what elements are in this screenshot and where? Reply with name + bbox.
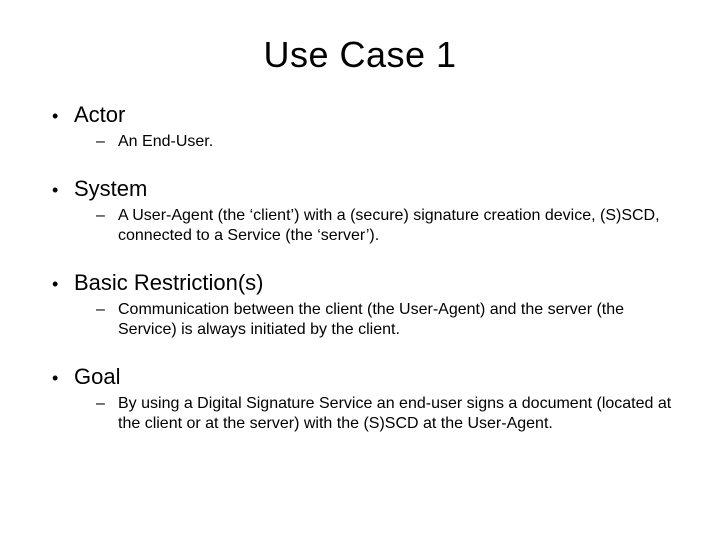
item-text: By using a Digital Signature Service an …: [118, 394, 672, 434]
bullet-icon: •: [52, 105, 74, 127]
section-actor: • Actor – An End-User.: [48, 102, 672, 152]
dash-icon: –: [96, 132, 118, 152]
dash-icon: –: [96, 206, 118, 226]
section-item: – Communication between the client (the …: [96, 300, 672, 340]
section-heading: • Goal: [52, 364, 672, 390]
heading-text: Goal: [74, 364, 120, 390]
slide-title: Use Case 1: [48, 34, 672, 76]
section-heading: • System: [52, 176, 672, 202]
section-item: – An End-User.: [96, 132, 672, 152]
heading-text: System: [74, 176, 147, 202]
section-goal: • Goal – By using a Digital Signature Se…: [48, 364, 672, 434]
item-text: A User-Agent (the ‘client’) with a (secu…: [118, 206, 672, 246]
item-text: An End-User.: [118, 132, 213, 152]
section-basic-restrictions: • Basic Restriction(s) – Communication b…: [48, 270, 672, 340]
section-system: • System – A User-Agent (the ‘client’) w…: [48, 176, 672, 246]
bullet-icon: •: [52, 179, 74, 201]
heading-text: Basic Restriction(s): [74, 270, 263, 296]
section-item: – By using a Digital Signature Service a…: [96, 394, 672, 434]
dash-icon: –: [96, 300, 118, 320]
section-heading: • Actor: [52, 102, 672, 128]
section-heading: • Basic Restriction(s): [52, 270, 672, 296]
item-text: Communication between the client (the Us…: [118, 300, 672, 340]
bullet-icon: •: [52, 273, 74, 295]
slide: Use Case 1 • Actor – An End-User. • Syst…: [0, 0, 720, 540]
bullet-icon: •: [52, 367, 74, 389]
heading-text: Actor: [74, 102, 125, 128]
section-item: – A User-Agent (the ‘client’) with a (se…: [96, 206, 672, 246]
dash-icon: –: [96, 394, 118, 414]
